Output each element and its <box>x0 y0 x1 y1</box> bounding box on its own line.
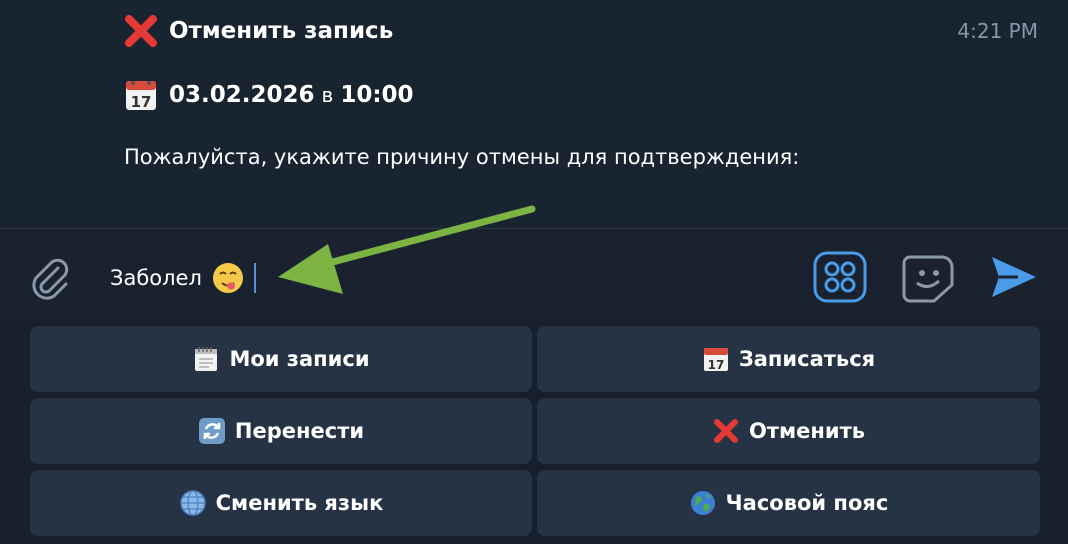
message-title: Отменить запись <box>169 18 394 44</box>
bot-reply-keyboard: Мои записи 17 Записаться Перенести Отмен… <box>0 321 1068 544</box>
message-input[interactable]: Заболел <box>110 262 256 294</box>
svg-text:17: 17 <box>131 93 152 111</box>
keyboard-button-cancel[interactable]: Отменить <box>537 398 1040 464</box>
message-body: Пожалуйста, укажите причину отмены для п… <box>124 145 800 169</box>
spiral-calendar-icon <box>195 347 218 371</box>
keyboard-button-my-bookings[interactable]: Мои записи <box>30 326 532 392</box>
cross-mark-icon <box>125 15 157 47</box>
keyboard-button-time-zone[interactable]: Часовой пояс <box>537 470 1040 536</box>
keyboard-button-label: Мои записи <box>229 347 370 371</box>
message-timestamp: 4:21 PM <box>957 19 1038 43</box>
keyboard-button-label: Отменить <box>748 419 866 443</box>
earth-globe-icon <box>690 491 715 515</box>
keyboard-button-book[interactable]: 17 Записаться <box>537 326 1040 392</box>
appointment-date: 03.02.2026 <box>169 82 315 108</box>
keyboard-button-label: Перенести <box>234 419 365 443</box>
face-with-tongue-emoji <box>212 263 243 293</box>
keyboard-button-label: Часовой пояс <box>725 491 889 515</box>
message-input-value: Заболел <box>110 266 202 290</box>
attach-icon[interactable] <box>26 254 74 302</box>
globe-meridians-icon <box>179 490 206 516</box>
message-date-line: 17 03.02.2026 в 10:00 <box>124 78 414 112</box>
cross-mark-icon <box>713 419 738 443</box>
annotation-arrow <box>278 205 536 294</box>
sticker-icon[interactable] <box>900 251 958 305</box>
keyboard-button-label: Сменить язык <box>215 491 384 515</box>
appointment-time: 10:00 <box>340 82 414 108</box>
send-icon[interactable] <box>988 253 1040 301</box>
calendar-icon: 17 <box>703 348 728 372</box>
keyboard-button-reschedule[interactable]: Перенести <box>30 398 532 464</box>
svg-text:17: 17 <box>707 358 724 372</box>
calendar-icon: 17 <box>126 81 156 111</box>
repeat-arrows-icon <box>198 418 225 444</box>
keyboard-button-label: Записаться <box>738 347 876 371</box>
text-caret <box>253 263 256 293</box>
message-title-line: Отменить запись <box>124 14 393 48</box>
keyboard-button-change-language[interactable]: Сменить язык <box>30 470 532 536</box>
date-preposition: в <box>321 83 334 107</box>
chat-history: Отменить запись 17 03.02.2026 в 10:00 По… <box>0 0 1068 228</box>
bot-keyboard-toggle-icon[interactable] <box>812 251 868 303</box>
